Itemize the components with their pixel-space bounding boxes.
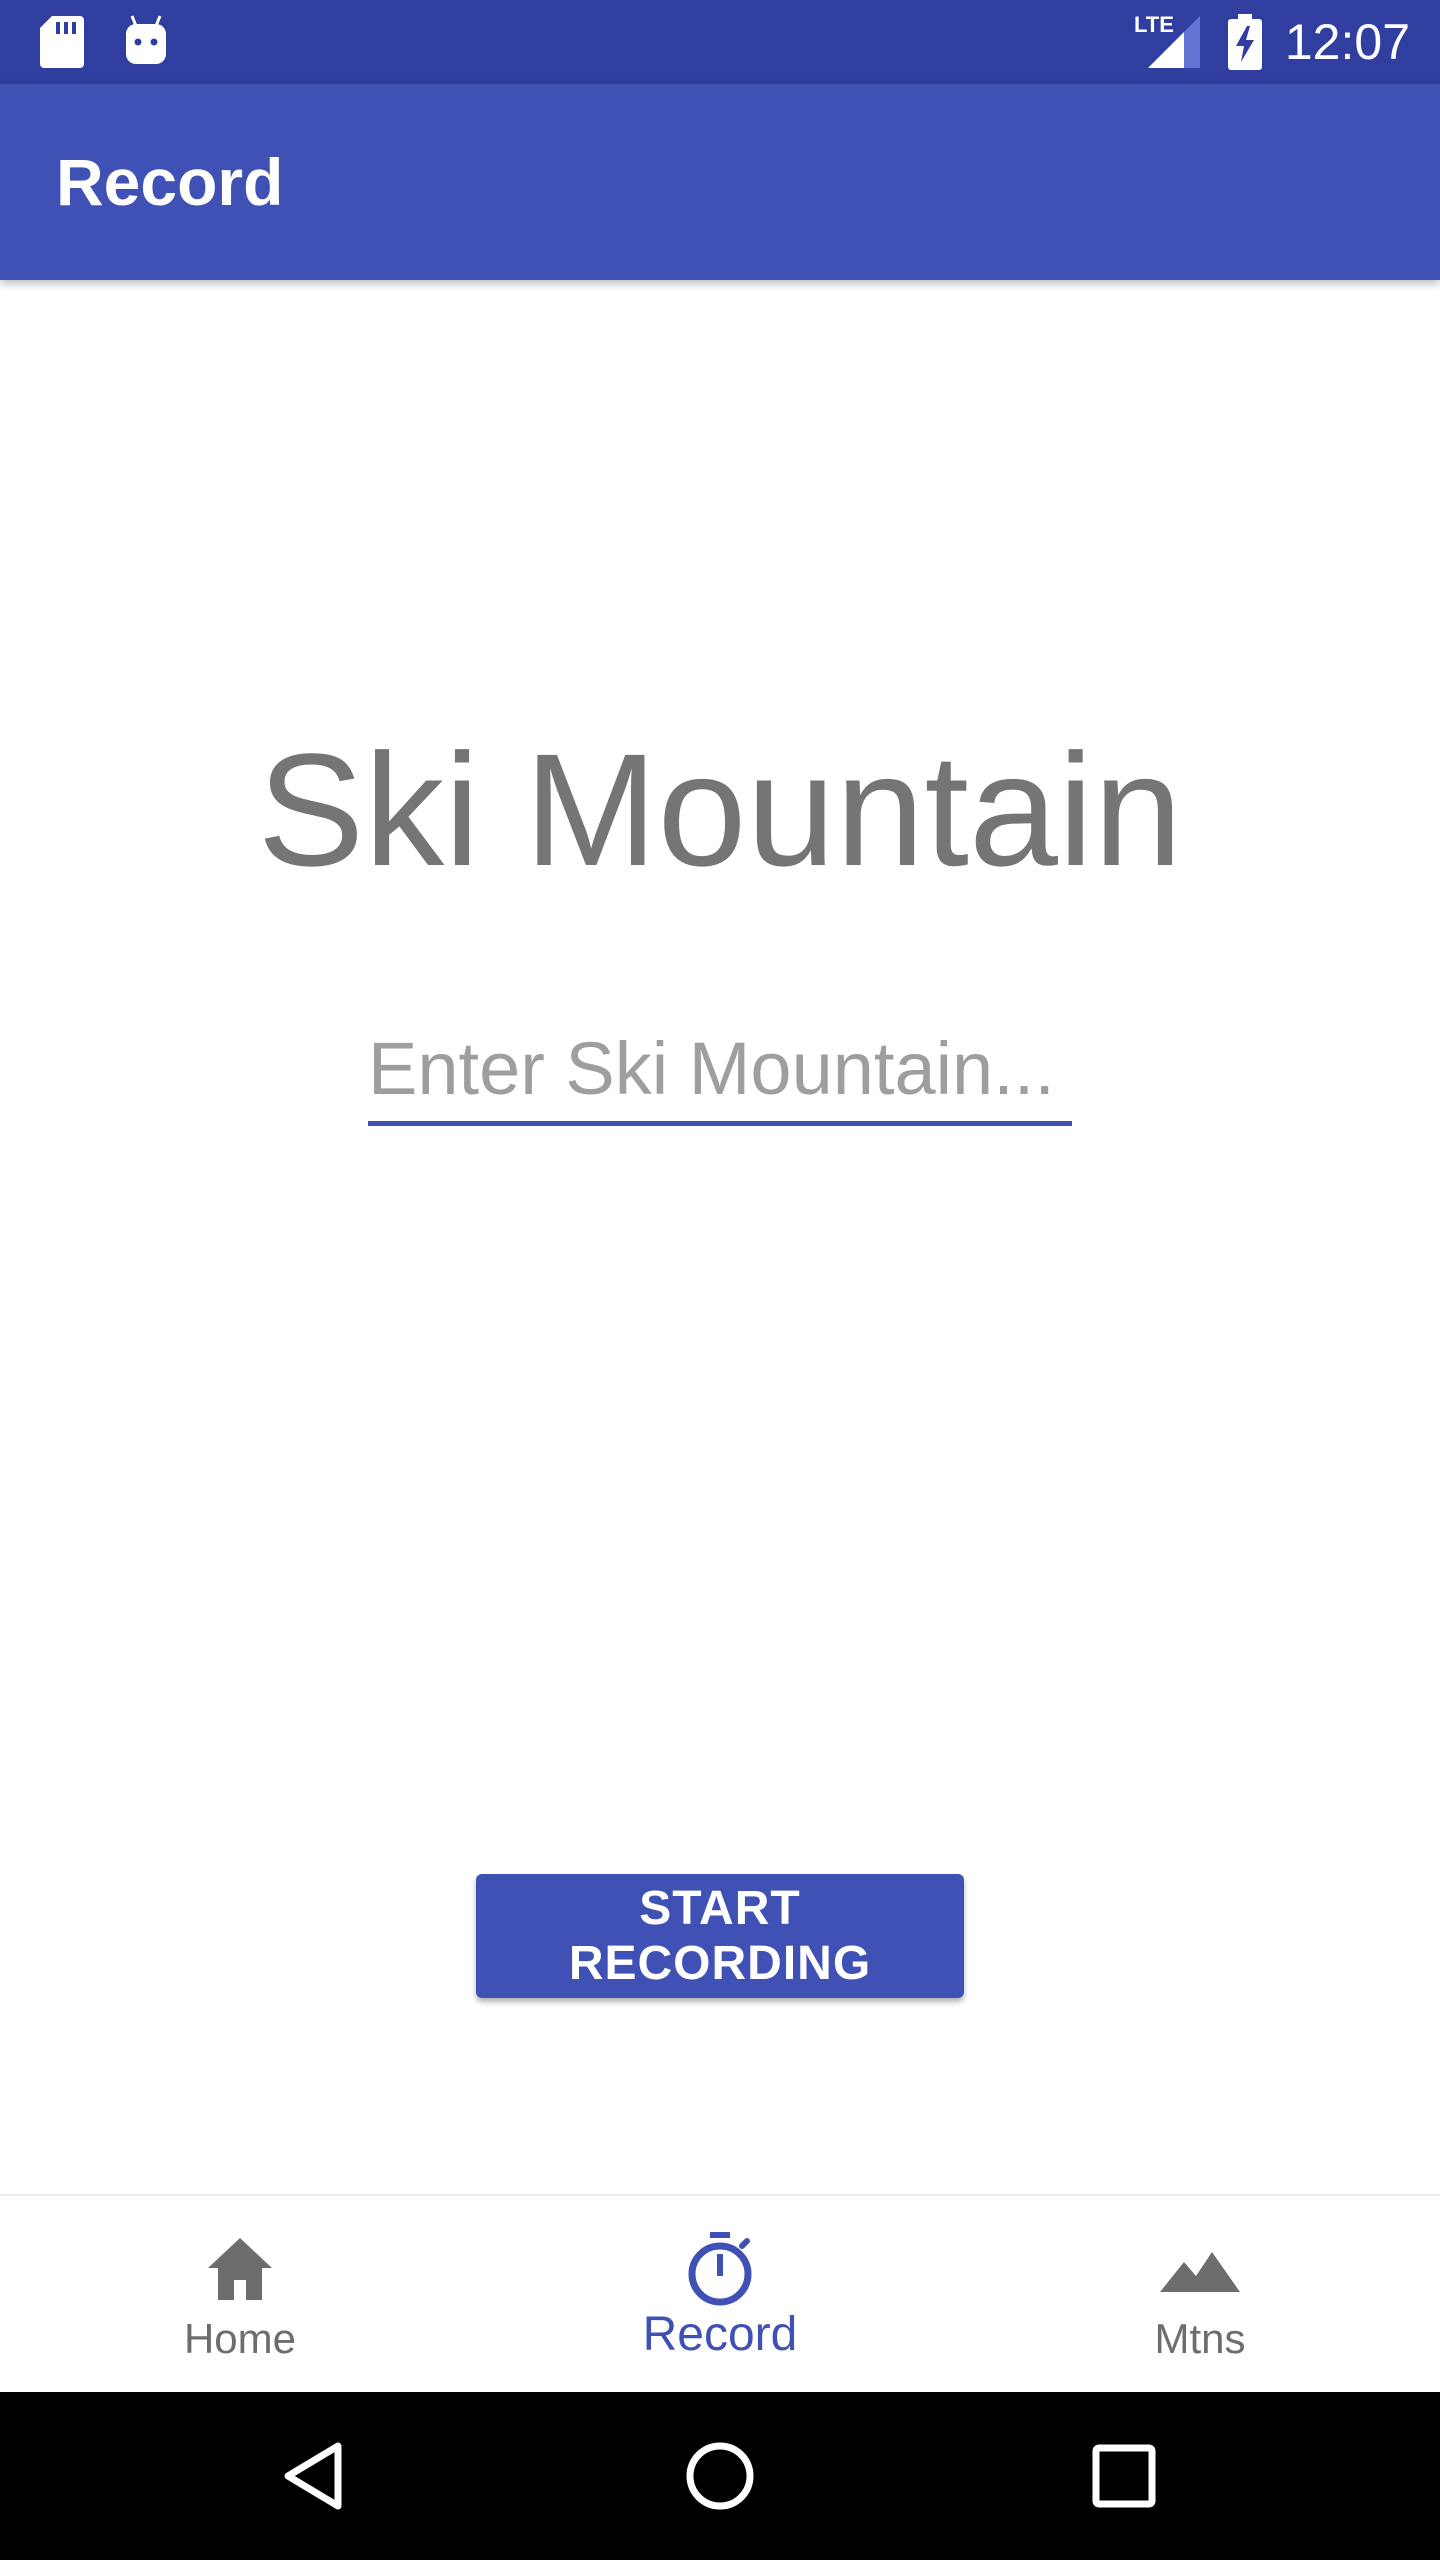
stopwatch-icon (680, 2230, 760, 2310)
app-bar: Record (0, 84, 1440, 280)
nav-item-home[interactable]: Home (0, 2196, 480, 2394)
record-screen: LTE 12:07 Record Ski Mountain START RECO… (0, 0, 1440, 2560)
mountain-input-container (368, 1016, 1072, 1132)
system-navigation-bar (0, 2392, 1440, 2560)
nav-label-record: Record (642, 2308, 798, 2361)
ski-mountain-input[interactable] (368, 1016, 1072, 1126)
nav-label-home: Home (183, 2315, 297, 2362)
status-bar: LTE 12:07 (0, 0, 1440, 84)
ski-mountain-heading: Ski Mountain (257, 720, 1183, 899)
home-circle-icon[interactable] (680, 2436, 760, 2516)
mountain-icon (1160, 2230, 1240, 2310)
android-icon (124, 14, 168, 71)
start-recording-button[interactable]: START RECORDING (476, 1874, 964, 1998)
nav-item-mtns[interactable]: Mtns (960, 2196, 1440, 2394)
battery-charging-icon (1228, 14, 1262, 75)
sd-card-icon (40, 16, 84, 73)
home-icon (200, 2230, 280, 2310)
status-clock: 12:07 (1284, 14, 1410, 70)
nav-item-record[interactable]: Record (480, 2196, 960, 2394)
recents-icon[interactable] (1084, 2436, 1164, 2516)
app-bar-title: Record (56, 145, 284, 219)
bottom-navigation: Home Record Mtns (0, 2194, 1440, 2394)
lte-signal-icon (1148, 16, 1200, 73)
back-icon[interactable] (276, 2436, 356, 2516)
nav-label-mtns: Mtns (1154, 2315, 1246, 2362)
